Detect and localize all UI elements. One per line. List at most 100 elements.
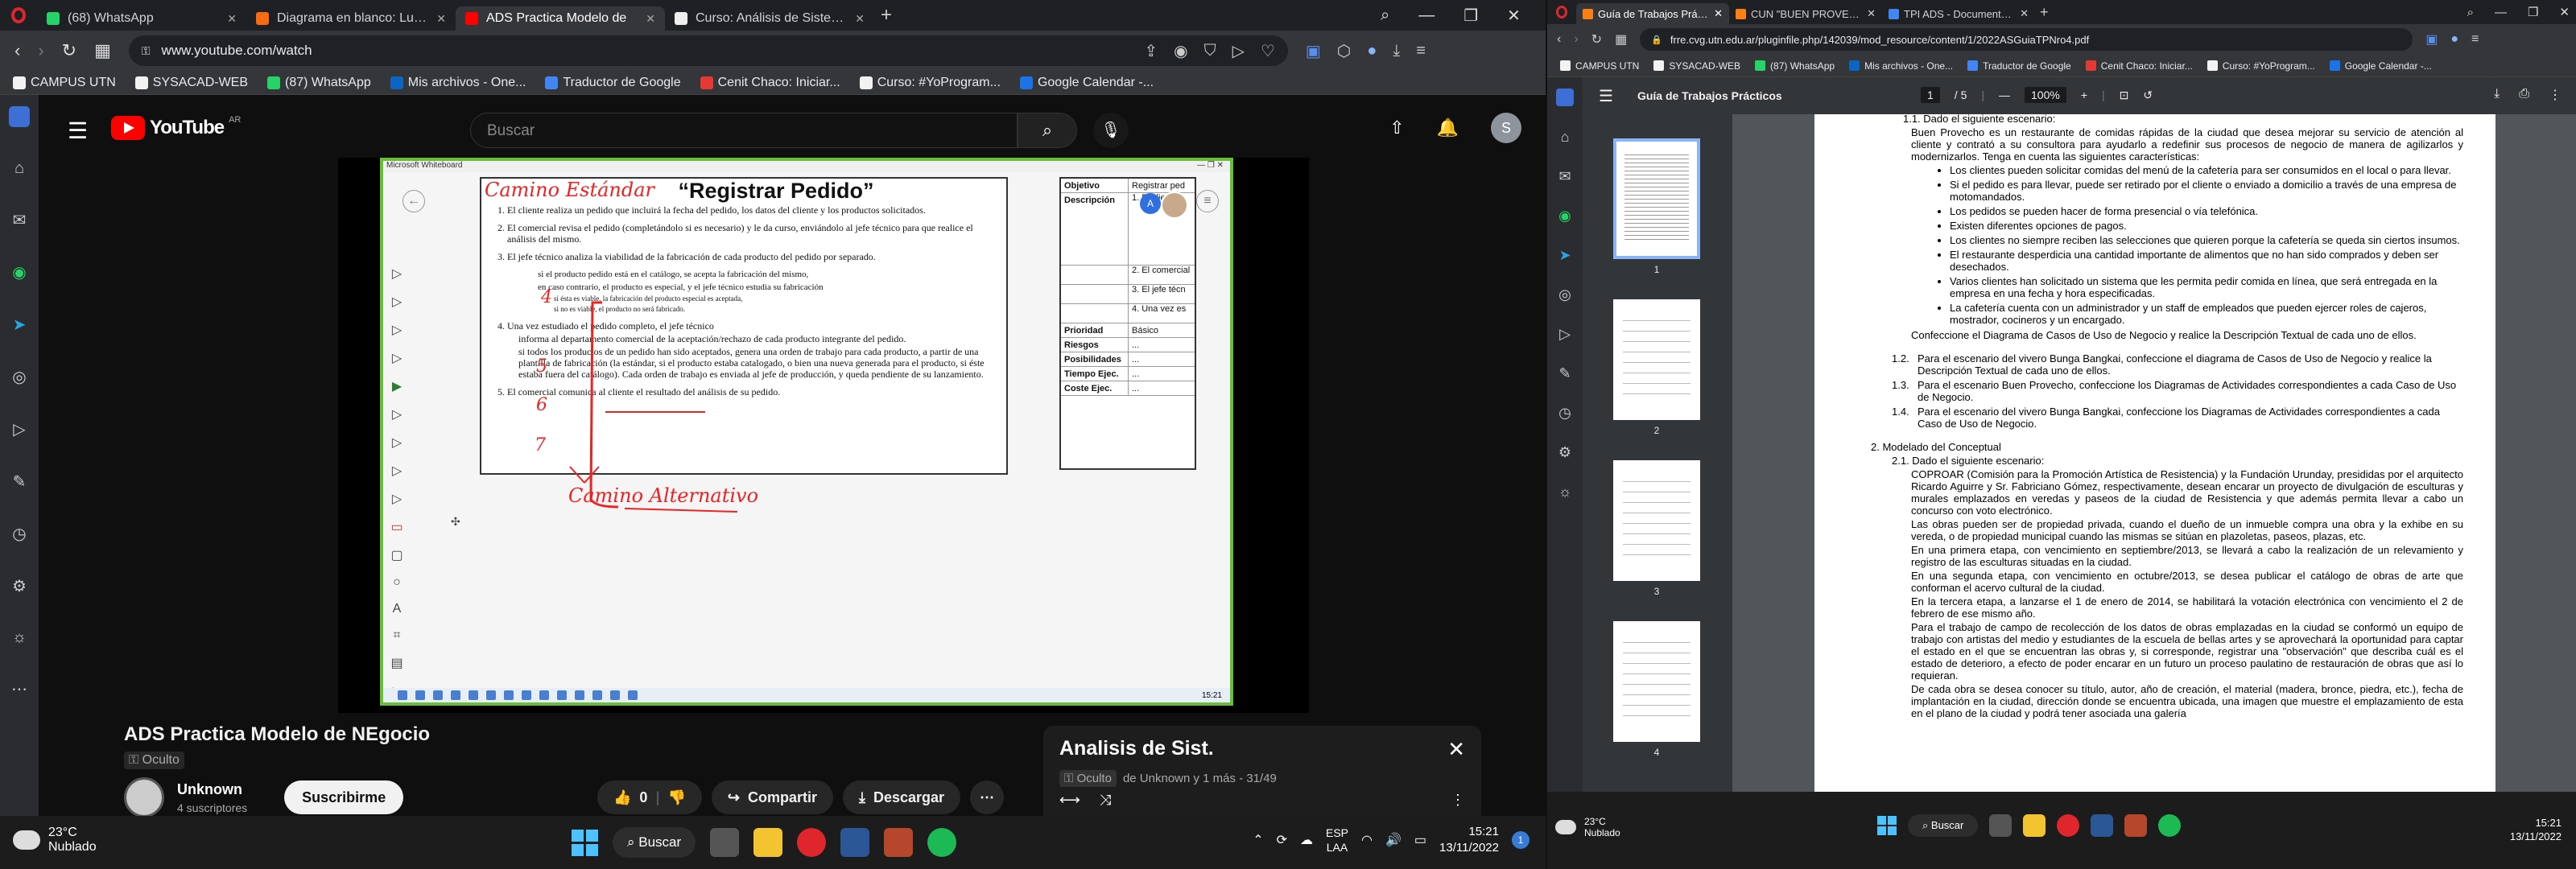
- back-icon[interactable]: ‹: [1557, 32, 1561, 47]
- thumbs-down-icon[interactable]: 👎: [667, 789, 685, 806]
- channel-name[interactable]: Unknown: [177, 781, 247, 798]
- snipping-icon[interactable]: [2124, 814, 2148, 837]
- share-button[interactable]: ↪ Compartir: [711, 780, 834, 814]
- battery-icon[interactable]: ▭: [1414, 832, 1426, 848]
- weather-widget[interactable]: 23°C Nublado: [13, 826, 97, 855]
- tab-0[interactable]: (68) WhatsApp ✕: [37, 6, 246, 31]
- bookmark-6[interactable]: Curso: #YoProgram...: [859, 76, 1001, 90]
- tab-0[interactable]: Guía de Trabajos Prácticos ✕: [1576, 3, 1729, 24]
- tab-close-icon[interactable]: ✕: [2020, 7, 2029, 20]
- snipping-icon[interactable]: [884, 828, 914, 857]
- file-explorer-icon[interactable]: [2023, 814, 2046, 837]
- forward-icon[interactable]: ›: [38, 40, 43, 61]
- send-icon[interactable]: ▷: [1559, 326, 1571, 343]
- tab-1[interactable]: Diagrama en blanco: Lucid ✕: [246, 6, 456, 31]
- opera-icon[interactable]: [2057, 814, 2080, 837]
- bookmark-2[interactable]: (87) WhatsApp: [267, 76, 371, 90]
- print-icon[interactable]: ⎙: [2519, 87, 2529, 103]
- lightbulb-icon[interactable]: ☼: [12, 628, 27, 647]
- hamburger-icon[interactable]: ☰: [1599, 86, 1613, 106]
- youtube-logo[interactable]: YouTube AR: [111, 115, 241, 140]
- close-window-button[interactable]: ✕: [1507, 6, 1521, 26]
- bookmark-2[interactable]: (87) WhatsApp: [1755, 60, 1835, 72]
- tab-overview-icon[interactable]: ▦: [1615, 31, 1627, 47]
- playlist-title[interactable]: Analisis de Sist.: [1059, 737, 1465, 760]
- bookmark-0[interactable]: CAMPUS UTN: [13, 76, 116, 90]
- zoom-out-icon[interactable]: —: [1999, 89, 2010, 101]
- whatsapp-icon[interactable]: ◉: [12, 262, 26, 282]
- telegram-icon[interactable]: ➤: [1558, 247, 1571, 264]
- new-tab-button[interactable]: +: [2040, 4, 2049, 21]
- send-icon[interactable]: ▷: [13, 419, 25, 439]
- shuffle-icon[interactable]: ⤨: [1100, 792, 1111, 809]
- like-button[interactable]: 👍 0 | 👎: [597, 780, 702, 814]
- maximize-button[interactable]: ❐: [2528, 5, 2538, 19]
- player-icon[interactable]: ◎: [1558, 286, 1571, 303]
- account-avatar[interactable]: S: [1491, 113, 1521, 143]
- extensions-icon[interactable]: ▣: [1306, 41, 1321, 61]
- tab-3[interactable]: Curso: Análisis de Sistemas ✕: [665, 6, 874, 31]
- tab-close-icon[interactable]: ✕: [646, 12, 655, 26]
- forward-icon[interactable]: ›: [1574, 32, 1578, 47]
- maximize-button[interactable]: ❐: [1463, 6, 1478, 26]
- profile-icon[interactable]: ●: [1367, 42, 1377, 60]
- word-icon[interactable]: [2091, 814, 2114, 837]
- messenger-icon[interactable]: ✉: [1558, 168, 1571, 185]
- site-info-icon[interactable]: ⚿: [142, 44, 151, 58]
- pinboard-icon[interactable]: ✎: [13, 472, 27, 492]
- bag-icon[interactable]: ⌂: [1561, 129, 1570, 146]
- telegram-icon[interactable]: ➤: [13, 315, 27, 335]
- bookmark-4[interactable]: Traductor de Google: [1967, 60, 2071, 72]
- heart-icon[interactable]: ♡: [1261, 41, 1275, 61]
- sync-icon[interactable]: ⟳: [1277, 832, 1287, 848]
- voice-search-icon[interactable]: 🎙: [1093, 113, 1129, 148]
- opera-menu-icon[interactable]: [0, 0, 37, 31]
- cloud-tray-icon[interactable]: ☁: [1300, 832, 1313, 848]
- task-view-icon[interactable]: [1989, 814, 2013, 837]
- tab-close-icon[interactable]: ✕: [1714, 7, 1723, 20]
- history-icon[interactable]: ◷: [1558, 405, 1571, 422]
- task-view-icon[interactable]: [710, 828, 740, 857]
- thumbnail-page-1[interactable]: [1613, 138, 1700, 259]
- cube-icon[interactable]: ⬡: [1337, 41, 1351, 61]
- chevron-up-icon[interactable]: ⌃: [1253, 832, 1263, 848]
- zoom-in-icon[interactable]: +: [2081, 89, 2087, 101]
- bookmark-4[interactable]: Traductor de Google: [545, 76, 681, 90]
- settings-icon[interactable]: ⚙: [12, 576, 27, 596]
- close-playlist-icon[interactable]: ✕: [1447, 737, 1465, 762]
- shield-icon[interactable]: ⛉: [1204, 42, 1216, 60]
- home-icon[interactable]: [9, 106, 30, 127]
- zoom-input[interactable]: 100%: [2025, 87, 2066, 103]
- close-window-button[interactable]: ✕: [2559, 5, 2570, 19]
- clock[interactable]: 15:21 13/11/2022: [1439, 824, 1499, 856]
- taskbar-search[interactable]: ⌕ Buscar: [1908, 814, 1979, 837]
- search-input[interactable]: Buscar: [470, 113, 1018, 148]
- new-tab-button[interactable]: +: [881, 4, 892, 27]
- notification-badge[interactable]: 1: [1512, 831, 1530, 849]
- download-button[interactable]: ⤓ Descargar: [843, 780, 961, 814]
- download-icon[interactable]: ⤓: [2494, 87, 2500, 103]
- thumbnail-page-2[interactable]: [1613, 299, 1700, 420]
- bookmark-3[interactable]: Mis archivos - One...: [390, 76, 526, 90]
- more-icon[interactable]: ⋮: [2549, 87, 2562, 103]
- bookmark-3[interactable]: Mis archivos - One...: [1849, 60, 1953, 72]
- spotify-icon[interactable]: [927, 828, 957, 857]
- bell-icon[interactable]: 🔔: [1437, 117, 1459, 138]
- weather-widget[interactable]: 23°C Nublado: [1555, 816, 1620, 838]
- tab-2[interactable]: TPI ADS - Documentos de ✕: [1882, 3, 2035, 24]
- bookmark-1[interactable]: SYSACAD-WEB: [134, 76, 248, 90]
- profile-icon[interactable]: ●: [2450, 32, 2458, 47]
- play-icon[interactable]: ▷: [1232, 41, 1245, 61]
- menu-icon[interactable]: ≡: [1416, 42, 1426, 60]
- tab-close-icon[interactable]: ✕: [436, 12, 446, 26]
- share-icon[interactable]: ⇪: [1144, 41, 1158, 61]
- tab-close-icon[interactable]: ✕: [1867, 7, 1876, 20]
- home-icon[interactable]: [1556, 89, 1574, 106]
- bookmark-7[interactable]: Google Calendar -...: [2329, 60, 2432, 72]
- history-icon[interactable]: ◷: [12, 524, 26, 544]
- menu-icon[interactable]: ≡: [2471, 32, 2479, 47]
- page-number-input[interactable]: 1: [1921, 87, 1940, 103]
- video-player[interactable]: Microsoft Whiteboard — ❐ ✕ ▷ ▷ ▷ ▷ ▶ ▷ ▷ ▷ ▷ ▭ ▢ ○ A ⌗…: [338, 158, 1309, 713]
- search-tabs-icon[interactable]: ⌕: [2467, 6, 2474, 19]
- file-explorer-icon[interactable]: [753, 828, 783, 857]
